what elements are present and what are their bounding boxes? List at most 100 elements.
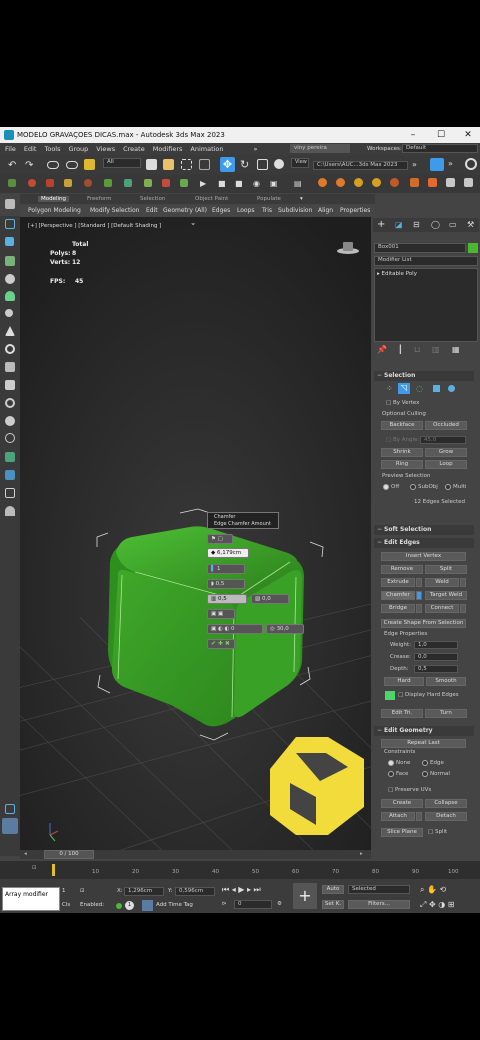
fire-icon-6[interactable] [410, 178, 419, 187]
record-icon[interactable]: ■ [235, 179, 246, 190]
fire-icon-1[interactable] [318, 178, 327, 187]
detach-button[interactable]: Detach [425, 812, 467, 821]
caddy-endbias-field[interactable]: ▧ 0,0 [251, 594, 289, 604]
soft-selection-rollout-header[interactable]: Soft Selection [374, 525, 474, 535]
subtab-loops[interactable]: Loops [237, 207, 255, 214]
scene-explorer-icon[interactable] [5, 219, 15, 229]
slice-plane-button[interactable]: Slice Plane [381, 828, 423, 837]
subtab-edit[interactable]: Edit [146, 207, 158, 214]
element-level-icon[interactable] [448, 385, 455, 392]
teapot-icon[interactable] [5, 506, 15, 516]
hierarchy-tab-icon[interactable]: ⊟ [413, 220, 420, 229]
chamfer-button[interactable]: Chamfer [381, 591, 415, 600]
helper-icon[interactable] [5, 309, 13, 317]
edit-edges-rollout-header[interactable]: Edit Edges [374, 538, 474, 548]
camera-icon[interactable] [5, 274, 15, 284]
frame-icon[interactable]: ▤ [294, 179, 305, 190]
key-icon[interactable]: ◉ [253, 179, 264, 190]
caddy-type-control[interactable]: ⚑ ▢ [207, 534, 233, 544]
grow-button[interactable]: Grow [425, 448, 467, 457]
vertex-level-icon[interactable]: ⁘ [386, 384, 393, 393]
enabled-indicator[interactable] [116, 903, 122, 909]
bridge-button[interactable]: Bridge [381, 604, 415, 613]
play-icon[interactable]: ▶ [200, 179, 211, 190]
subtab-subdivision[interactable]: Subdivision [278, 207, 312, 214]
minimize-button[interactable]: – [400, 127, 426, 143]
caddy-angle-field[interactable]: ▣ ◐ ◐ 0 [207, 624, 263, 634]
viewport-filter-icon[interactable]: ⏷ [191, 222, 195, 229]
create-button[interactable]: Create [381, 799, 423, 808]
viewcube-small-icon[interactable] [2, 818, 18, 834]
attach-settings-button[interactable] [416, 812, 422, 821]
y-coordinate-field[interactable]: 0,596cm [175, 887, 215, 896]
time-tag-icon[interactable] [142, 900, 153, 911]
caddy-confirm-buttons[interactable]: ✔ ✚ ✖ [207, 639, 235, 649]
repeat-last-button[interactable]: Repeat Last [381, 739, 466, 748]
loop-button[interactable]: Loop [425, 460, 467, 469]
display-hard-edges-checkbox[interactable]: □ Display Hard Edges [398, 692, 459, 698]
light-icon[interactable] [5, 291, 15, 301]
navigation-controls[interactable]: ⤢ ✥ ◑ ⊞ [420, 900, 454, 910]
rect-selection-icon[interactable] [181, 159, 192, 170]
hammer-icon[interactable] [446, 178, 455, 187]
insert-vertex-button[interactable]: Insert Vertex [381, 552, 466, 561]
depth-field[interactable]: 0,5 [414, 665, 458, 673]
hide-icon[interactable] [5, 416, 15, 426]
expand-toolbar-icon[interactable]: » [448, 159, 459, 170]
object-color-swatch[interactable] [468, 243, 478, 253]
tab-selection[interactable]: Selection [140, 196, 165, 202]
selection-filter-select[interactable]: All [103, 158, 141, 168]
caddy-amount-field[interactable]: ◆ 6,179cm [207, 548, 249, 558]
tab-object-paint[interactable]: Object Paint [195, 196, 228, 202]
menu-animation[interactable]: Animation [190, 145, 223, 153]
caddy-smooth-field[interactable]: ◎ 30,0 [266, 624, 304, 634]
constraint-edge-radio[interactable] [422, 760, 428, 766]
weight-field[interactable]: 1,0 [414, 641, 458, 649]
fire-icon-4[interactable] [372, 178, 381, 187]
hard-edge-color-swatch[interactable] [385, 691, 395, 700]
render-setup-icon[interactable] [430, 158, 444, 171]
connect-settings-button[interactable] [460, 604, 466, 613]
filter-icon[interactable] [5, 237, 14, 246]
lock-selection-icon[interactable]: ⊡ [80, 888, 85, 894]
menu-group[interactable]: Group [69, 145, 89, 153]
connect-button[interactable]: Connect [425, 604, 459, 613]
subtab-edges[interactable]: Edges [212, 207, 230, 214]
hard-button[interactable]: Hard [384, 677, 424, 686]
align-icon[interactable] [124, 179, 132, 187]
weld-settings-button[interactable] [460, 578, 466, 587]
toggle-ribbon-icon[interactable] [162, 179, 170, 187]
show-end-result-icon[interactable]: ┃ [398, 345, 403, 354]
curve-editor-icon[interactable] [180, 179, 188, 187]
snap-icon-1[interactable] [28, 179, 36, 187]
pin-stack-icon[interactable]: 📌 [377, 345, 387, 354]
track-bar[interactable]: ⊡ 10 20 30 40 50 60 70 80 90 100 [0, 861, 480, 879]
select-and-rotate-icon[interactable]: ↻ [240, 159, 251, 170]
menu-file[interactable]: File [5, 145, 16, 153]
target-weld-button[interactable]: Target Weld [425, 591, 467, 600]
subtab-align[interactable]: Align [318, 207, 333, 214]
workspaces-select[interactable]: Default [402, 144, 478, 153]
time-config-small-icon[interactable]: ⚙ [277, 901, 282, 907]
occluded-button[interactable]: Occluded [425, 421, 467, 430]
menu-tools[interactable]: Tools [44, 145, 60, 153]
preview-off-radio[interactable] [383, 484, 389, 490]
snap-icon-4[interactable] [84, 179, 92, 187]
remove-button[interactable]: Remove [381, 565, 423, 574]
tab-modeling[interactable]: Modeling [38, 196, 70, 202]
tab-freeform[interactable]: Freeform [87, 196, 112, 202]
bulb-icon[interactable] [5, 433, 15, 443]
attach-button[interactable]: Attach [381, 812, 415, 821]
view-select[interactable]: View [291, 158, 309, 168]
caddy-segments-field[interactable]: ▌ 1 [207, 564, 245, 574]
link-icon[interactable] [47, 161, 59, 169]
menu-edit[interactable]: Edit [24, 145, 37, 153]
mirror-icon[interactable] [104, 179, 112, 187]
stop-icon[interactable]: ■ [218, 179, 229, 190]
fire-icon-3[interactable] [354, 178, 363, 187]
container-icon[interactable] [5, 470, 15, 480]
crease-field[interactable]: 0,0 [414, 653, 458, 661]
enabled-count-badge[interactable]: 1 [125, 901, 134, 910]
border-level-icon[interactable]: ◌ [416, 384, 423, 393]
fire-icon-5[interactable] [390, 178, 399, 187]
